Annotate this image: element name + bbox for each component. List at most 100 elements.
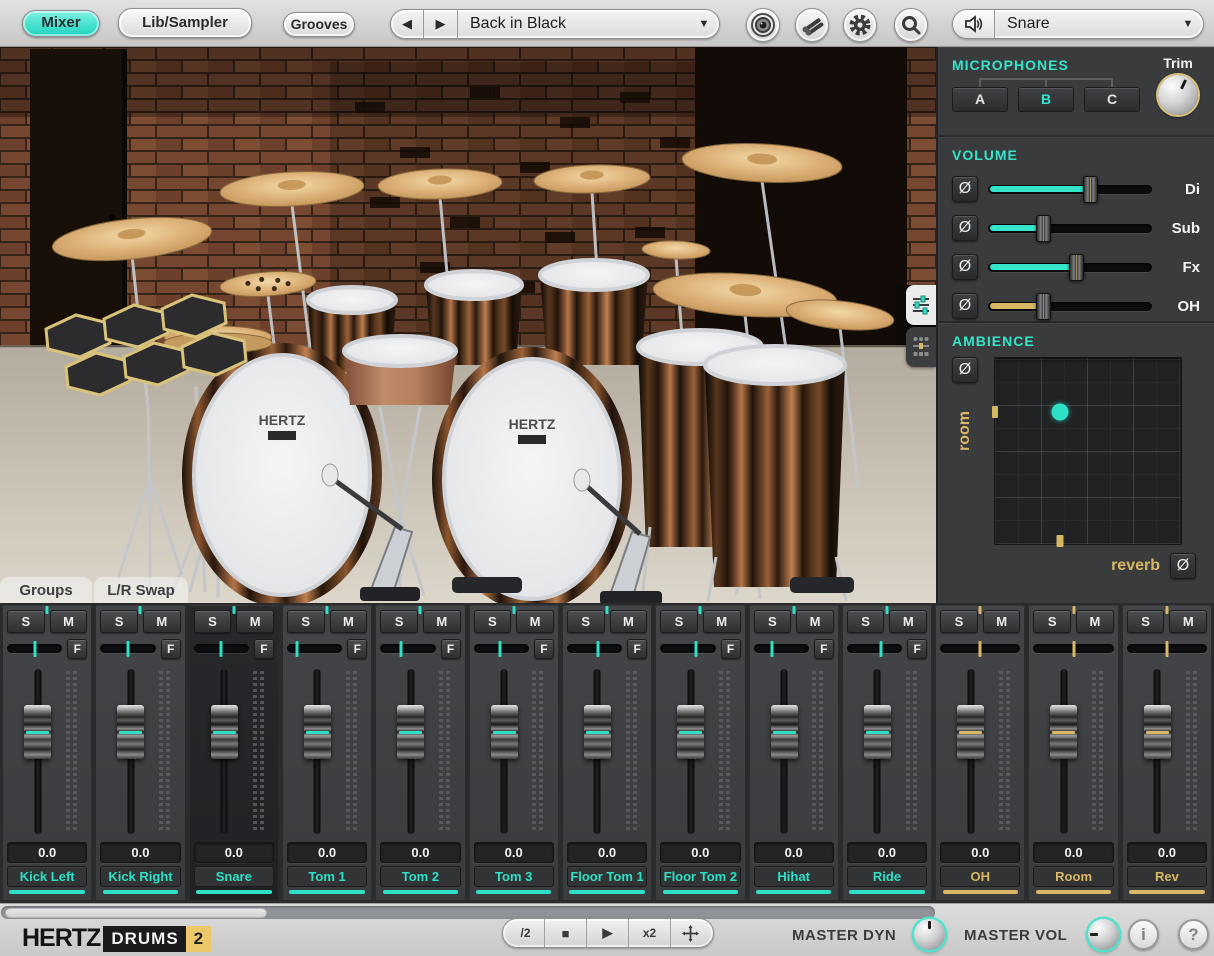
volume-slider-di[interactable] bbox=[988, 175, 1152, 203]
mixer-channel-oh[interactable]: S M 0.0 OH bbox=[935, 605, 1026, 901]
fader-handle[interactable] bbox=[583, 704, 611, 759]
fader-value[interactable]: 0.0 bbox=[7, 842, 88, 863]
fader-handle[interactable] bbox=[1143, 704, 1171, 759]
fader-value[interactable]: 0.0 bbox=[1033, 842, 1114, 863]
fader-handle[interactable] bbox=[24, 704, 52, 759]
mute-button[interactable]: M bbox=[49, 610, 88, 633]
double-tempo-button[interactable]: x2 bbox=[629, 919, 671, 947]
fader-value[interactable]: 0.0 bbox=[660, 842, 741, 863]
pan-slider[interactable] bbox=[193, 640, 249, 657]
solo-button[interactable]: S bbox=[940, 610, 978, 633]
volume-slider-sub[interactable] bbox=[988, 214, 1152, 242]
ambience-xy-pad[interactable] bbox=[992, 357, 1182, 547]
mute-button[interactable]: M bbox=[142, 610, 181, 633]
fx-button[interactable]: F bbox=[347, 638, 368, 659]
fader-handle[interactable] bbox=[957, 704, 985, 759]
kit-panel-tab[interactable] bbox=[906, 327, 936, 367]
mixer-channel-tom-3[interactable]: S M F 0.0 Tom 3 bbox=[468, 605, 559, 901]
solo-button[interactable]: S bbox=[753, 610, 792, 633]
slider-handle[interactable] bbox=[1083, 175, 1099, 203]
fader-track[interactable] bbox=[677, 669, 705, 834]
phase-button-fx[interactable]: Ø bbox=[952, 254, 978, 280]
fader-value[interactable]: 0.0 bbox=[846, 842, 928, 863]
slider-handle[interactable] bbox=[1035, 292, 1051, 320]
drum-kit-view[interactable]: HERTZ HERTZ Groups L/R Swap bbox=[0, 47, 936, 603]
fader-value[interactable]: 0.0 bbox=[193, 842, 274, 863]
fader-track[interactable] bbox=[1143, 669, 1171, 834]
mute-button[interactable]: M bbox=[796, 610, 834, 633]
help-button[interactable]: ? bbox=[1178, 919, 1209, 950]
fader-track[interactable] bbox=[583, 669, 611, 834]
pan-slider[interactable] bbox=[286, 640, 343, 657]
solo-button[interactable]: S bbox=[846, 610, 885, 633]
slider-handle[interactable] bbox=[1035, 214, 1051, 242]
master-dyn-knob[interactable] bbox=[914, 919, 945, 950]
fader-value[interactable]: 0.0 bbox=[380, 842, 461, 863]
phase-button-di[interactable]: Ø bbox=[952, 176, 978, 202]
mute-button[interactable]: M bbox=[1076, 610, 1114, 633]
fader-handle[interactable] bbox=[770, 704, 798, 759]
mute-button[interactable]: M bbox=[702, 610, 741, 633]
fader-value[interactable]: 0.0 bbox=[473, 842, 554, 863]
mic-a-button[interactable]: A bbox=[952, 87, 1008, 112]
fader-track[interactable] bbox=[397, 669, 425, 834]
fader-value[interactable]: 0.0 bbox=[753, 842, 834, 863]
room-phase-button[interactable]: Ø bbox=[952, 357, 978, 383]
fader-handle[interactable] bbox=[863, 704, 891, 759]
preset-dropdown-arrow[interactable]: ▼ bbox=[689, 18, 719, 30]
fader-track[interactable] bbox=[957, 669, 985, 834]
mute-button[interactable]: M bbox=[889, 610, 928, 633]
mute-button[interactable]: M bbox=[609, 610, 648, 633]
mixer-channel-floor-tom-1[interactable]: S M F 0.0 Floor Tom 1 bbox=[561, 605, 653, 901]
solo-button[interactable]: S bbox=[660, 610, 698, 633]
ambience-dot[interactable] bbox=[1051, 403, 1069, 421]
mixer-tab-button[interactable]: Mixer bbox=[22, 10, 100, 37]
speaker-mic-button[interactable] bbox=[746, 8, 780, 42]
fader-handle[interactable] bbox=[490, 704, 518, 759]
floor-tom-2[interactable] bbox=[703, 344, 848, 602]
bass-drum-right[interactable]: HERTZ bbox=[432, 347, 632, 603]
mixer-channel-rev[interactable]: S M 0.0 Rev bbox=[1121, 605, 1213, 901]
mixer-scrollbar[interactable] bbox=[1, 906, 935, 919]
mixer-channel-ride[interactable]: S M F 0.0 Ride bbox=[841, 605, 933, 901]
mute-button[interactable]: M bbox=[982, 610, 1021, 633]
fader-handle[interactable] bbox=[397, 704, 425, 759]
pan-slider[interactable] bbox=[380, 640, 436, 657]
pan-slider[interactable] bbox=[7, 640, 63, 657]
stop-button[interactable]: ■ bbox=[545, 919, 587, 947]
fader-value[interactable]: 0.0 bbox=[940, 842, 1021, 863]
fx-button[interactable]: F bbox=[160, 638, 181, 659]
info-button[interactable]: i bbox=[1128, 919, 1159, 950]
fx-button[interactable]: F bbox=[627, 638, 648, 659]
lr-swap-tab[interactable]: L/R Swap bbox=[94, 577, 188, 603]
instrument-dropdown-arrow[interactable]: ▼ bbox=[1173, 18, 1203, 30]
fx-button[interactable]: F bbox=[907, 638, 928, 659]
mic-b-button[interactable]: B bbox=[1018, 87, 1074, 112]
fader-track[interactable] bbox=[863, 669, 891, 834]
mixer-channel-tom-1[interactable]: S M F 0.0 Tom 1 bbox=[281, 605, 373, 901]
fader-value[interactable]: 0.0 bbox=[100, 842, 181, 863]
solo-button[interactable]: S bbox=[473, 610, 512, 633]
pan-slider[interactable] bbox=[566, 640, 623, 657]
mute-button[interactable]: M bbox=[329, 610, 368, 633]
pan-slider[interactable] bbox=[753, 640, 809, 657]
solo-button[interactable]: S bbox=[100, 610, 138, 633]
play-button[interactable]: ▶ bbox=[587, 919, 629, 947]
fader-track[interactable] bbox=[490, 669, 518, 834]
reverb-phase-button[interactable]: Ø bbox=[1170, 553, 1196, 579]
volume-slider-oh[interactable] bbox=[988, 292, 1152, 320]
mic-c-button[interactable]: C bbox=[1084, 87, 1140, 112]
mute-button[interactable]: M bbox=[1169, 610, 1208, 633]
half-tempo-button[interactable]: /2 bbox=[503, 919, 545, 947]
mixer-panel-tab[interactable] bbox=[906, 285, 936, 325]
lib-sampler-tab-button[interactable]: Lib/Sampler bbox=[118, 8, 252, 38]
fader-handle[interactable] bbox=[303, 704, 331, 759]
phase-button-sub[interactable]: Ø bbox=[952, 215, 978, 241]
fader-handle[interactable] bbox=[1050, 704, 1078, 759]
mixer-channel-kick-left[interactable]: S M F 0.0 Kick Left bbox=[2, 605, 93, 901]
mixer-channel-kick-right[interactable]: S M F 0.0 Kick Right bbox=[95, 605, 186, 901]
fader-handle[interactable] bbox=[677, 704, 705, 759]
mute-button[interactable]: M bbox=[422, 610, 461, 633]
mixer-channel-floor-tom-2[interactable]: S M F 0.0 Floor Tom 2 bbox=[655, 605, 746, 901]
settings-button[interactable] bbox=[843, 8, 877, 42]
